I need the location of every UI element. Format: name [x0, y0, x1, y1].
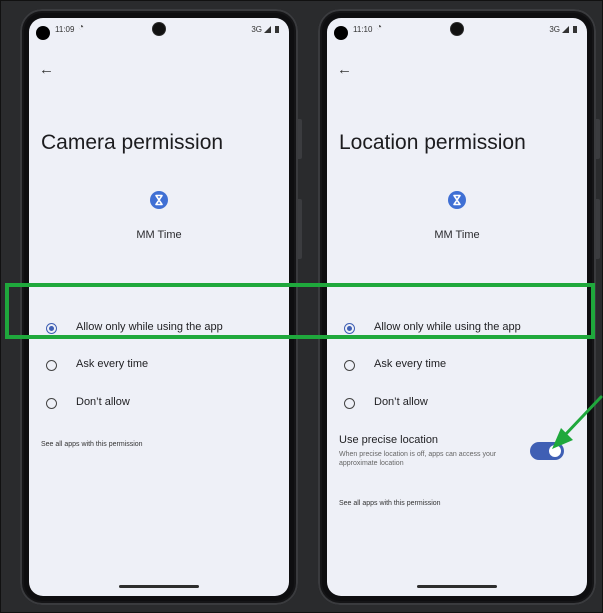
front-camera-dot [36, 26, 50, 40]
option-label: Don’t allow [374, 396, 428, 408]
status-time: 11:09 [55, 25, 75, 34]
status-indicators: 3G [251, 25, 279, 34]
green-arrow-icon [552, 395, 603, 449]
option-ask-every-time[interactable]: Ask every time [327, 356, 587, 378]
option-label: Ask every time [76, 358, 149, 370]
alarm-icon: ◔ [376, 22, 383, 33]
camera-cutout [451, 23, 463, 35]
precise-location-title: Use precise location [339, 434, 439, 446]
camera-cutout [153, 23, 165, 35]
option-label: Ask every time [374, 358, 447, 370]
status-time: 11:10 [353, 25, 373, 34]
app-icon [150, 191, 168, 209]
gesture-nav-bar[interactable] [119, 585, 199, 588]
highlight-box [5, 283, 595, 339]
alarm-icon: ◔ [78, 22, 85, 33]
radio-icon[interactable] [46, 398, 57, 409]
status-bar: 11:10 ◔ 3G [327, 18, 587, 48]
radio-icon[interactable] [46, 360, 57, 371]
signal-icon [562, 26, 569, 33]
radio-icon[interactable] [344, 360, 355, 371]
front-camera-dot [334, 26, 348, 40]
option-ask-every-time[interactable]: Ask every time [29, 356, 289, 378]
see-all-apps-link[interactable]: See all apps with this permission [41, 441, 143, 448]
network-type: 3G [251, 25, 262, 34]
option-label: Don’t allow [76, 396, 130, 408]
signal-icon [264, 26, 271, 33]
app-name: MM Time [434, 229, 480, 241]
status-indicators: 3G [549, 25, 577, 34]
page-title: Camera permission [41, 131, 224, 154]
option-dont-allow[interactable]: Don’t allow [29, 394, 289, 416]
gesture-nav-bar[interactable] [417, 585, 497, 588]
network-type: 3G [549, 25, 560, 34]
precise-location-description: When precise location is off, apps can a… [339, 451, 497, 467]
app-name: MM Time [136, 229, 182, 241]
power-button [596, 119, 600, 159]
radio-icon[interactable] [344, 398, 355, 409]
see-all-apps-link[interactable]: See all apps with this permission [339, 500, 441, 507]
power-button [298, 119, 302, 159]
status-bar: 11:09 ◔ 3G [29, 18, 289, 48]
page-title: Location permission [339, 131, 526, 154]
back-arrow-icon[interactable]: ← [39, 62, 54, 77]
app-icon [448, 191, 466, 209]
back-arrow-icon[interactable]: ← [337, 62, 352, 77]
battery-icon [275, 26, 279, 33]
volume-button [596, 199, 600, 259]
volume-button [298, 199, 302, 259]
battery-icon [573, 26, 577, 33]
